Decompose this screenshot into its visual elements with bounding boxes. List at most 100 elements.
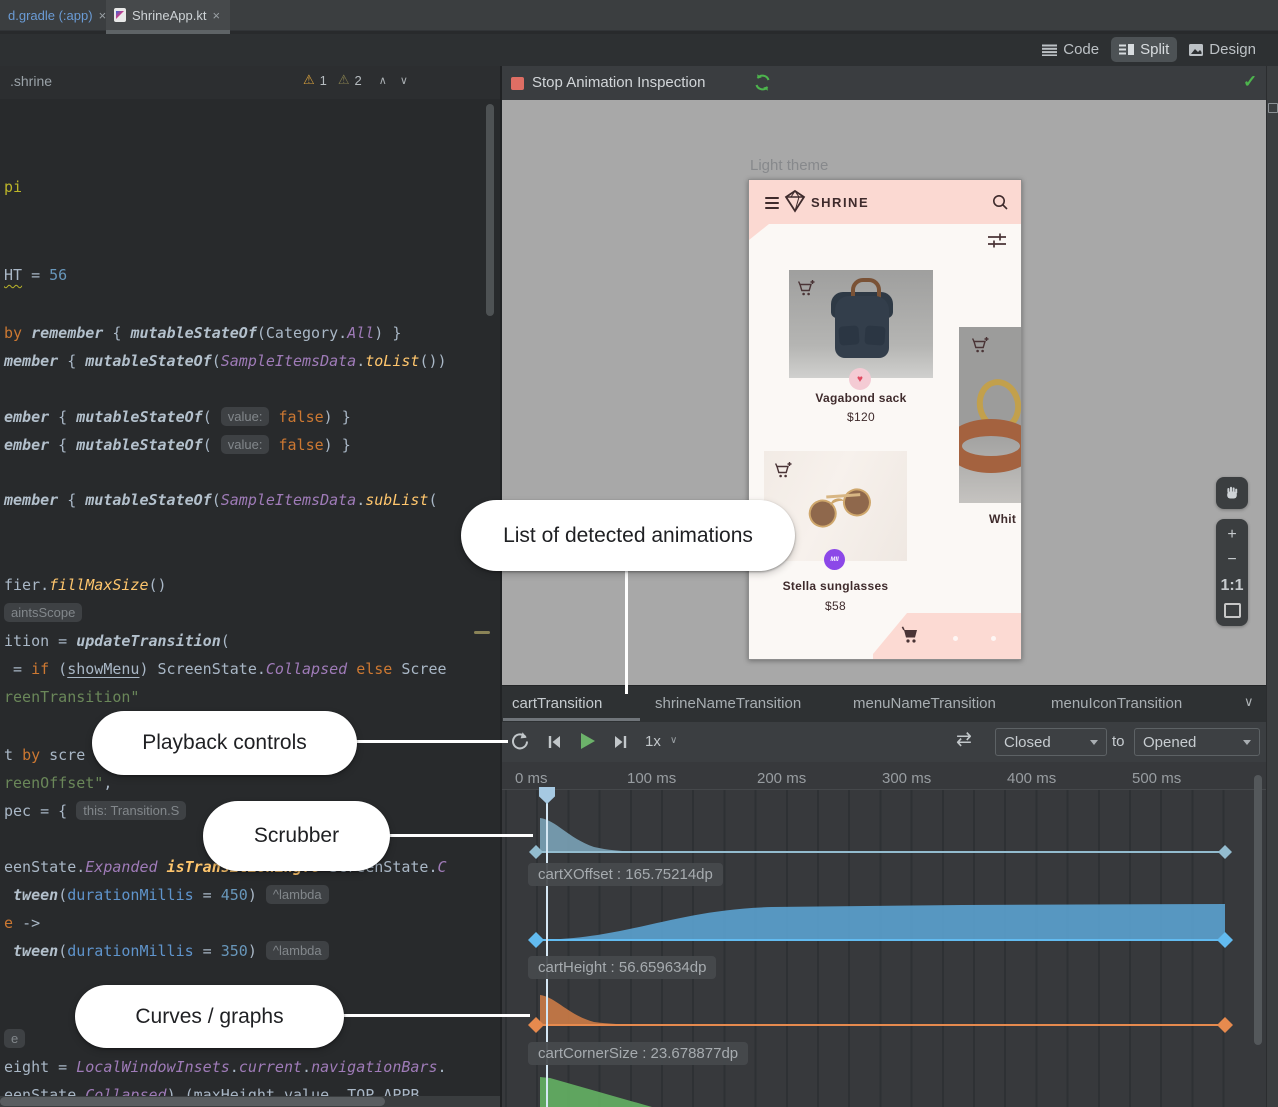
stop-square-icon[interactable] [511,77,524,90]
code-line[interactable]: member { mutableStateOf(SampleItemsData.… [4,489,438,511]
animation-tab-menuIconTransition[interactable]: menuIconTransition [1051,695,1182,712]
code-line[interactable]: e -> [4,912,40,934]
brand-badge-heart: ♥ [849,368,871,390]
code-line[interactable]: e [4,1028,25,1050]
code-token [4,886,13,904]
code-editor[interactable]: pi HT = 56 by remember { mutableStateOf(Ca… [0,99,500,1107]
animation-tab-shrineNameTransition[interactable]: shrineNameTransition [655,695,801,712]
pan-tool-button[interactable] [1216,477,1248,509]
stop-animation-label[interactable]: Stop Animation Inspection [532,74,705,91]
design-image-icon [1189,44,1203,56]
sunglasses [805,483,881,533]
code-token: mutableStateOf [85,491,211,509]
zoom-actual-size-button[interactable]: 1:1 [1220,578,1243,594]
code-line[interactable]: member { mutableStateOf(SampleItemsData.… [4,350,447,372]
code-line[interactable]: fier.fillMaxSize() [4,574,167,596]
curve-value-chip: cartHeight : 56.659634dp [528,956,716,979]
editor-horizontal-scrollbar[interactable] [0,1097,385,1106]
cart-item-dot [953,636,958,641]
zoom-controls: + − 1:1 [1216,519,1248,626]
close-icon[interactable]: × [212,9,220,22]
from-state-dropdown[interactable]: Closed [995,728,1107,756]
code-line[interactable]: t by scre [4,744,85,766]
code-line[interactable]: pi [4,176,22,198]
code-token: HT [4,266,22,284]
belt-coil [959,419,1022,473]
code-token: LocalWindowInsets [76,1058,230,1076]
play-button-icon[interactable] [578,731,597,751]
design-view-button[interactable]: Design [1181,37,1264,62]
from-state-value: Closed [1004,734,1051,751]
cart-item-dot [991,636,996,641]
editor-vertical-scrollbar[interactable] [486,104,494,316]
zoom-in-button[interactable]: + [1227,527,1236,543]
kotlin-file-icon [114,8,126,22]
animation-tab-cartTransition[interactable]: cartTransition [512,695,602,712]
hand-icon [1224,485,1240,501]
animation-timeline[interactable]: 0 ms100 ms200 ms300 ms400 ms500 ms cartX… [502,762,1266,1107]
code-token: fillMaxSize [49,576,148,594]
zoom-to-fit-icon[interactable] [1224,603,1241,618]
split-view-button[interactable]: Split [1111,37,1177,62]
code-line[interactable]: ember { mutableStateOf( value: false) } [4,434,351,456]
code-line[interactable]: tween(durationMillis = 350) ^lambda [4,940,329,962]
code-token: pi [4,178,22,196]
code-token: . [302,1058,311,1076]
callout-text: Playback controls [142,731,307,755]
product-name: Vagabond sack [789,391,933,405]
breadcrumb-bar [0,66,500,100]
warning-count-1: 1 [320,73,327,88]
keyframe-diamond[interactable] [1217,1017,1233,1033]
callout-scrubber: Scrubber [203,801,390,871]
code-line[interactable]: reenTransition" [4,686,139,708]
callout-text: Curves / graphs [135,1005,283,1029]
skip-to-start-icon[interactable] [546,734,563,750]
skip-to-end-icon[interactable] [612,734,629,750]
backpack-handle [851,278,881,298]
menu-icon [765,197,779,209]
to-state-value: Opened [1143,734,1196,751]
speed-chevron-icon[interactable]: ∨ [670,735,677,746]
code-token: ( [428,491,437,509]
code-line[interactable]: reenOffset", [4,772,112,794]
tab-gradle[interactable]: d.gradle (:app) × [0,0,119,30]
right-tool-stripe[interactable] [1266,66,1278,1107]
refresh-icon[interactable] [753,73,772,92]
code-line[interactable]: eight = LocalWindowInsets.current.naviga… [4,1056,447,1078]
inspection-widget[interactable]: ⚠ 1 ⚠ 2 ∧ ∨ [303,72,408,88]
search-icon [991,193,1009,211]
code-line[interactable]: HT = 56 [4,264,67,286]
keyframe-diamond[interactable] [528,932,544,948]
code-line[interactable]: by remember { mutableStateOf(Category.Al… [4,322,401,344]
animation-tab-menuNameTransition[interactable]: menuNameTransition [853,695,996,712]
code-line[interactable]: = if (showMenu) ScreenState.Collapsed el… [4,658,447,680]
code-token: reenTransition" [4,688,139,706]
keyframe-diamond[interactable] [1218,845,1232,859]
tabs-overflow-chevron-icon[interactable]: ∨ [1244,694,1254,710]
code-token: by [22,746,40,764]
to-state-dropdown[interactable]: Opened [1134,728,1260,756]
code-line[interactable]: tween(durationMillis = 450) ^lambda [4,884,329,906]
prev-issue-chevron-icon[interactable]: ∧ [379,74,387,87]
code-token: ) } [324,408,351,426]
tab-shrineapp[interactable]: ShrineApp.kt × [106,0,230,30]
code-token: SampleItemsData [221,352,356,370]
code-line[interactable]: ition = updateTransition( [4,630,230,652]
code-line[interactable]: aintsScope [4,602,82,624]
code-token: updateTransition [76,632,221,650]
code-line[interactable]: ember { mutableStateOf( value: false) } [4,406,351,428]
tool-stripe-icon[interactable] [1268,103,1278,113]
breadcrumb[interactable]: .shrine [10,73,52,89]
code-line[interactable]: pec = { this: Transition.S [4,800,186,822]
code-token: = [22,266,49,284]
zoom-out-button[interactable]: − [1227,552,1236,568]
playback-speed-selector[interactable]: 1x [645,733,661,750]
loop-playback-icon[interactable] [510,731,530,751]
product-name-partial: Whit [989,512,1016,526]
code-token: ( [58,886,67,904]
timeline-vertical-scrollbar[interactable] [1254,775,1262,1045]
swap-states-icon[interactable]: ⇄ [956,728,972,751]
code-view-button[interactable]: Code [1034,37,1107,62]
next-issue-chevron-icon[interactable]: ∨ [400,74,408,87]
callout-connector [337,1014,530,1017]
